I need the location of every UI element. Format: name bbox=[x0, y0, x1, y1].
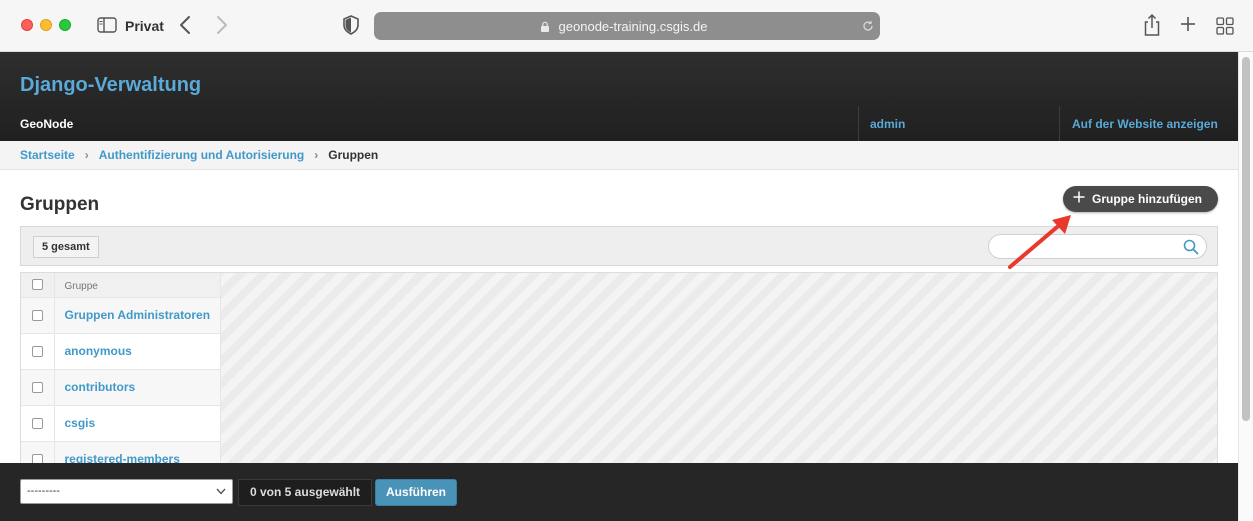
table-row: contributors bbox=[21, 369, 221, 406]
group-link[interactable]: Gruppen Administratoren bbox=[65, 308, 211, 322]
close-window-button[interactable] bbox=[21, 19, 33, 31]
row-checkbox[interactable] bbox=[31, 345, 43, 357]
column-header-label: Gruppe bbox=[64, 280, 98, 292]
brand-label: GeoNode bbox=[20, 117, 74, 131]
group-link[interactable]: csgis bbox=[65, 416, 96, 430]
add-group-label: Gruppe hinzufügen bbox=[1092, 192, 1202, 206]
breadcrumb-home[interactable]: Startseite bbox=[20, 148, 75, 162]
page-title: Gruppen bbox=[20, 194, 100, 215]
selection-counter: 0 von 5 ausgewählt bbox=[238, 479, 373, 506]
profile-label[interactable]: Privat bbox=[125, 18, 164, 34]
url-text: geonode-training.csgis.de bbox=[558, 19, 708, 34]
groups-table: Gruppe Gruppen Administratoren anonymous… bbox=[21, 273, 221, 471]
tab-overview-icon[interactable] bbox=[1216, 17, 1234, 35]
page-content: Django-Verwaltung GeoNode admin Auf der … bbox=[0, 52, 1238, 521]
results-area: Gruppe Gruppen Administratoren anonymous… bbox=[20, 272, 1218, 472]
table-row: anonymous bbox=[21, 333, 221, 370]
sidebar-toggle-icon[interactable] bbox=[97, 17, 117, 33]
plus-icon bbox=[1073, 191, 1085, 203]
annotation-arrow-icon bbox=[1008, 215, 1071, 269]
breadcrumb-chevron-icon: › bbox=[314, 148, 319, 162]
chevron-down-icon bbox=[216, 488, 226, 495]
actions-bar: --------- 0 von 5 ausgewählt Ausführen bbox=[0, 463, 1238, 521]
action-select[interactable]: --------- bbox=[20, 479, 233, 504]
browser-toolbar: Privat geonode-training.csgis.de bbox=[0, 0, 1253, 52]
scrollbar-thumb[interactable] bbox=[1242, 57, 1250, 421]
user-menu-link[interactable]: admin bbox=[870, 117, 905, 131]
breadcrumb: Startseite › Authentifizierung und Autoris… bbox=[0, 141, 1238, 170]
row-checkbox[interactable] bbox=[31, 309, 43, 321]
share-icon[interactable] bbox=[1143, 13, 1161, 37]
address-bar[interactable]: geonode-training.csgis.de bbox=[374, 12, 880, 40]
minimize-window-button[interactable] bbox=[40, 19, 52, 31]
total-count-badge[interactable]: 5 gesamt bbox=[33, 236, 99, 258]
page-scrollbar[interactable] bbox=[1238, 52, 1253, 521]
action-select-value: --------- bbox=[27, 485, 60, 497]
header-divider bbox=[858, 106, 859, 141]
table-row: csgis bbox=[21, 405, 221, 442]
new-tab-icon[interactable] bbox=[1180, 16, 1196, 32]
column-header-group[interactable]: Gruppe bbox=[54, 273, 221, 298]
group-link[interactable]: contributors bbox=[65, 380, 136, 394]
run-action-button[interactable]: Ausführen bbox=[375, 479, 457, 506]
view-site-link[interactable]: Auf der Website anzeigen bbox=[1072, 117, 1218, 131]
row-checkbox[interactable] bbox=[31, 417, 43, 429]
breadcrumb-current: Gruppen bbox=[328, 148, 379, 162]
site-name-link[interactable]: Django-Verwaltung bbox=[20, 74, 201, 97]
forward-icon[interactable] bbox=[212, 14, 232, 36]
table-header-row: Gruppe bbox=[21, 273, 221, 298]
reload-icon[interactable] bbox=[862, 20, 874, 32]
search-icon[interactable] bbox=[1183, 239, 1199, 255]
group-link[interactable]: anonymous bbox=[65, 344, 132, 358]
breadcrumb-chevron-icon: › bbox=[84, 148, 89, 162]
add-group-button[interactable]: Gruppe hinzufügen bbox=[1063, 186, 1218, 212]
privacy-shield-icon[interactable] bbox=[342, 15, 360, 35]
row-checkbox[interactable] bbox=[31, 381, 43, 393]
fullscreen-window-button[interactable] bbox=[59, 19, 71, 31]
select-all-cell bbox=[21, 273, 55, 298]
header-divider bbox=[1059, 106, 1060, 141]
select-all-checkbox[interactable] bbox=[31, 279, 43, 291]
breadcrumb-app[interactable]: Authentifizierung und Autorisierung bbox=[99, 148, 305, 162]
admin-header: Django-Verwaltung GeoNode admin Auf der … bbox=[0, 52, 1238, 141]
table-row: Gruppen Administratoren bbox=[21, 297, 221, 334]
back-icon[interactable] bbox=[176, 14, 196, 36]
